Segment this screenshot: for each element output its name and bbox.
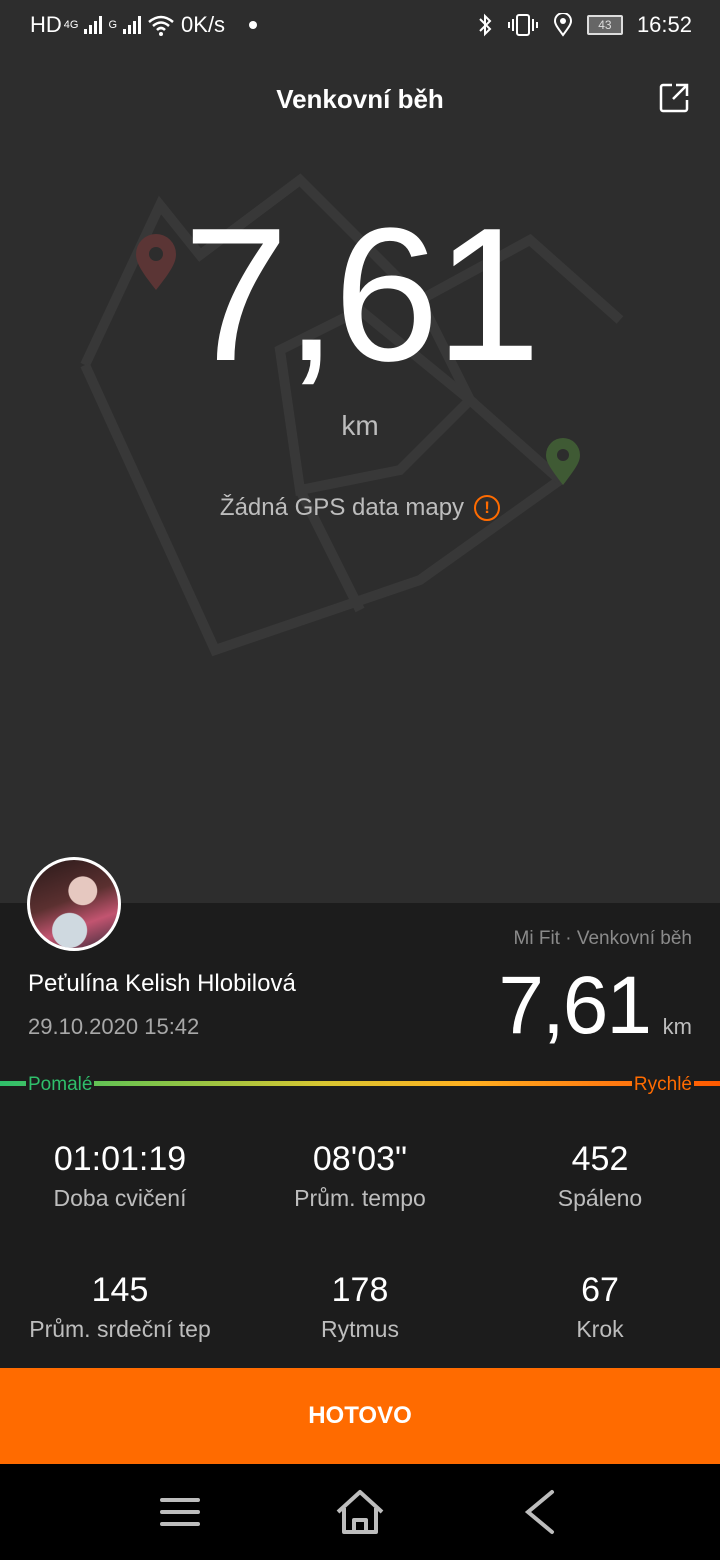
back-icon[interactable] — [510, 1486, 570, 1538]
warning-icon[interactable]: ! — [474, 495, 501, 521]
home-icon[interactable] — [330, 1486, 390, 1538]
activity-source: Mi Fit · Venkovní běh — [513, 928, 692, 949]
stat-label: Spáleno — [557, 1185, 643, 1211]
stat-value: 08'03" — [312, 1140, 408, 1178]
avatar — [27, 857, 121, 951]
hero-distance-unit: km — [341, 410, 379, 441]
stat-value: 67 — [581, 1271, 619, 1309]
summary-distance: 7,61 — [498, 960, 652, 1051]
stat-label: Rytmus — [321, 1316, 399, 1342]
sim2-tag: G — [108, 19, 118, 31]
stat-stride: 67 Krok — [480, 1271, 720, 1343]
stat-avg-heart-rate: 145 Prům. srdeční tep — [0, 1271, 240, 1343]
stat-calories: 452 Spáleno — [480, 1140, 720, 1212]
user-name: Peťulína Kelish Hlobilová — [28, 970, 296, 997]
hero-distance: 7,61 — [183, 189, 541, 401]
battery-icon: 43 — [586, 15, 623, 35]
notification-dot — [249, 21, 258, 29]
wifi-icon — [148, 15, 174, 36]
summary-distance-unit: km — [662, 1014, 692, 1039]
stat-cadence: 178 Rytmus — [240, 1271, 480, 1343]
gps-message: Žádná GPS data mapy ! — [0, 494, 720, 522]
network-label: HD — [30, 12, 62, 37]
system-nav-bar — [0, 1464, 720, 1560]
vibrate-icon — [507, 14, 538, 36]
stat-duration: 01:01:19 Doba cvičení — [0, 1140, 240, 1212]
pace-slow-label: Pomalé — [26, 1074, 95, 1096]
share-icon[interactable] — [658, 82, 690, 114]
sim1-tag: 4G — [63, 19, 79, 31]
pace-fast-label: Rychlé — [631, 1074, 694, 1096]
pace-gradient-bar — [0, 1081, 720, 1086]
bluetooth-icon — [479, 13, 492, 37]
page-title: Venkovní běh — [276, 84, 444, 114]
clock: 16:52 — [636, 12, 692, 37]
stat-label: Krok — [576, 1316, 624, 1342]
net-speed: 0K/s — [181, 12, 226, 37]
stat-label: Prům. tempo — [294, 1185, 426, 1211]
signal-icon — [123, 16, 142, 34]
location-icon — [553, 13, 572, 37]
activity-datetime: 29.10.2020 15:42 — [28, 1014, 200, 1039]
status-bar: HD 4G G 0K/s 43 16:52 — [0, 0, 720, 52]
stat-value: 452 — [571, 1140, 629, 1178]
done-button[interactable]: HOTOVO — [0, 1368, 720, 1464]
stat-value: 178 — [331, 1271, 389, 1309]
stat-avg-pace: 08'03" Prům. tempo — [240, 1140, 480, 1212]
menu-icon[interactable] — [150, 1486, 210, 1538]
stat-value: 145 — [91, 1271, 149, 1309]
stat-value: 01:01:19 — [53, 1140, 187, 1178]
stat-label: Doba cvičení — [53, 1185, 187, 1211]
signal-icon — [84, 16, 103, 34]
gps-message-text: Žádná GPS data mapy — [219, 494, 465, 521]
stat-label: Prům. srdeční tep — [29, 1316, 211, 1342]
